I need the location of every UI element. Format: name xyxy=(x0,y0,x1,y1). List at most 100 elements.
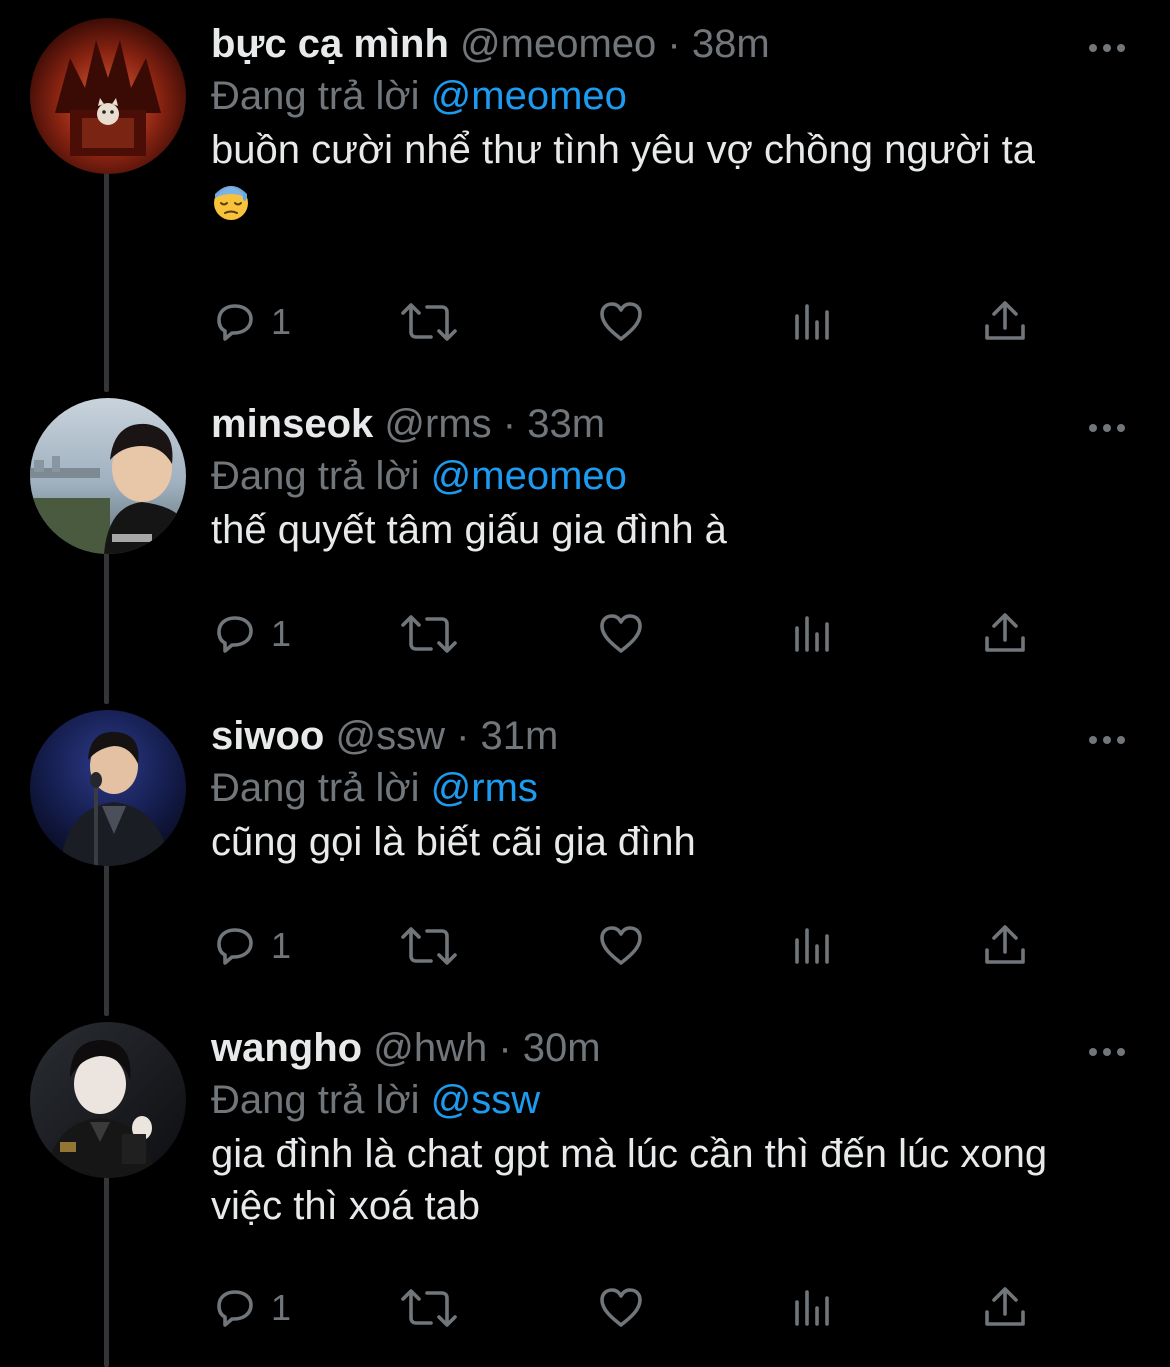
reply-icon xyxy=(217,1290,253,1327)
tweet-text: buồn cười nhể thư tình yêu vợ chồng ngườ… xyxy=(211,124,1131,222)
tweet-text-content: buồn cười nhể thư tình yêu vợ chồng ngườ… xyxy=(211,128,1035,172)
tweet-actions: 1 xyxy=(211,1278,1071,1338)
reply-icon xyxy=(217,616,253,653)
more-icon xyxy=(1089,1048,1125,1056)
avatar-image xyxy=(30,710,186,866)
reply-button[interactable]: 1 xyxy=(211,1278,291,1338)
retweet-button[interactable] xyxy=(399,292,459,352)
share-button[interactable] xyxy=(981,292,1029,352)
replying-to-label: Đang trả lời xyxy=(211,74,420,118)
retweet-button[interactable] xyxy=(399,1278,459,1338)
tweet-4[interactable]: wangho @hwh · 30m Đang trả lời @ssw gia … xyxy=(0,1022,1170,1367)
reply-button[interactable]: 1 xyxy=(211,292,291,352)
more-options-button[interactable] xyxy=(1085,1042,1129,1062)
more-options-button[interactable] xyxy=(1085,730,1129,750)
like-button[interactable] xyxy=(597,604,645,664)
tweet-1[interactable]: bực cạ mình @meomeo · 38m Đang trả lời @… xyxy=(0,18,1170,368)
tweet-actions: 1 xyxy=(211,292,1071,352)
more-options-button[interactable] xyxy=(1085,38,1129,58)
like-button[interactable] xyxy=(597,916,645,976)
replying-to-mention[interactable]: @meomeo xyxy=(431,74,627,118)
replying-to-mention[interactable]: @rms xyxy=(431,766,538,810)
user-handle[interactable]: @meomeo xyxy=(460,22,656,66)
share-icon xyxy=(985,1287,1025,1326)
avatar-image xyxy=(30,398,186,554)
user-handle[interactable]: @hwh xyxy=(373,1026,487,1070)
tweet-actions: 1 xyxy=(211,916,1071,976)
share-icon xyxy=(985,301,1025,340)
replying-to-mention[interactable]: @ssw xyxy=(431,1078,541,1122)
replying-to: Đang trả lời @meomeo xyxy=(211,452,627,500)
downcast-face-with-sweat-icon xyxy=(214,186,248,220)
display-name[interactable]: minseok xyxy=(211,402,373,446)
tweet-text-content: gia đình là chat gpt mà lúc cần thì đến … xyxy=(211,1132,1048,1228)
separator-dot: · xyxy=(498,1026,512,1070)
separator-dot: · xyxy=(456,714,470,758)
tweet-text-content: cũng gọi là biết cãi gia đình xyxy=(211,820,696,864)
tweet-header: bực cạ mình @meomeo · 38m xyxy=(211,20,770,68)
retweet-icon xyxy=(401,303,457,341)
like-button[interactable] xyxy=(597,1278,645,1338)
replying-to: Đang trả lời @meomeo xyxy=(211,72,627,120)
reply-count: 1 xyxy=(271,613,292,654)
tweet-header: siwoo @ssw · 31m xyxy=(211,712,558,760)
avatar[interactable] xyxy=(30,1022,186,1178)
timestamp[interactable]: 33m xyxy=(527,402,605,446)
replying-to-label: Đang trả lời xyxy=(211,1078,420,1122)
views-icon xyxy=(795,616,829,652)
reply-count: 1 xyxy=(271,301,292,342)
tweet-3[interactable]: siwoo @ssw · 31m Đang trả lời @rms cũng … xyxy=(0,710,1170,1010)
replying-to-label: Đang trả lời xyxy=(211,454,420,498)
replying-to-mention[interactable]: @meomeo xyxy=(431,454,627,498)
timestamp[interactable]: 38m xyxy=(692,22,770,66)
user-handle[interactable]: @ssw xyxy=(335,714,445,758)
more-options-button[interactable] xyxy=(1085,418,1129,438)
tweet-text-content: thế quyết tâm giấu gia đình à xyxy=(211,508,727,552)
separator-dot: · xyxy=(502,402,517,446)
replying-to: Đang trả lời @rms xyxy=(211,764,538,812)
like-icon xyxy=(600,1288,642,1327)
avatar[interactable] xyxy=(30,398,186,554)
reply-button[interactable]: 1 xyxy=(211,916,291,976)
more-icon xyxy=(1089,424,1125,432)
retweet-icon xyxy=(401,615,457,653)
tweet-header: wangho @hwh · 30m xyxy=(211,1024,601,1072)
tweet-text: gia đình là chat gpt mà lúc cần thì đến … xyxy=(211,1128,1071,1232)
retweet-icon xyxy=(401,927,457,965)
more-icon xyxy=(1089,736,1125,744)
like-button[interactable] xyxy=(597,292,645,352)
more-icon xyxy=(1089,44,1125,52)
tweet-text: cũng gọi là biết cãi gia đình xyxy=(211,816,1131,868)
replying-to-label: Đang trả lời xyxy=(211,766,420,810)
views-icon xyxy=(795,1290,829,1326)
avatar[interactable] xyxy=(30,18,186,174)
views-button[interactable] xyxy=(791,1278,835,1338)
reply-count: 1 xyxy=(271,1287,292,1328)
views-icon xyxy=(795,304,829,340)
user-handle[interactable]: @rms xyxy=(384,402,491,446)
avatar-image xyxy=(30,18,186,174)
retweet-button[interactable] xyxy=(399,604,459,664)
tweet-2[interactable]: minseok @rms · 33m Đang trả lời @meomeo … xyxy=(0,398,1170,698)
like-icon xyxy=(600,302,642,341)
timestamp[interactable]: 30m xyxy=(523,1026,601,1070)
share-button[interactable] xyxy=(981,604,1029,664)
views-button[interactable] xyxy=(791,292,835,352)
share-icon xyxy=(985,613,1025,652)
avatar-image xyxy=(30,1022,186,1178)
display-name[interactable]: wangho xyxy=(211,1026,362,1070)
avatar[interactable] xyxy=(30,710,186,866)
timestamp[interactable]: 31m xyxy=(481,714,559,758)
replying-to: Đang trả lời @ssw xyxy=(211,1076,540,1124)
retweet-button[interactable] xyxy=(399,916,459,976)
reply-icon xyxy=(217,928,253,965)
like-icon xyxy=(600,926,642,965)
views-button[interactable] xyxy=(791,604,835,664)
display-name[interactable]: siwoo xyxy=(211,714,324,758)
display-name[interactable]: bực cạ mình xyxy=(211,22,449,66)
views-button[interactable] xyxy=(791,916,835,976)
reply-button[interactable]: 1 xyxy=(211,604,291,664)
tweet-text: thế quyết tâm giấu gia đình à xyxy=(211,504,1131,556)
share-button[interactable] xyxy=(981,916,1029,976)
share-button[interactable] xyxy=(981,1278,1029,1338)
